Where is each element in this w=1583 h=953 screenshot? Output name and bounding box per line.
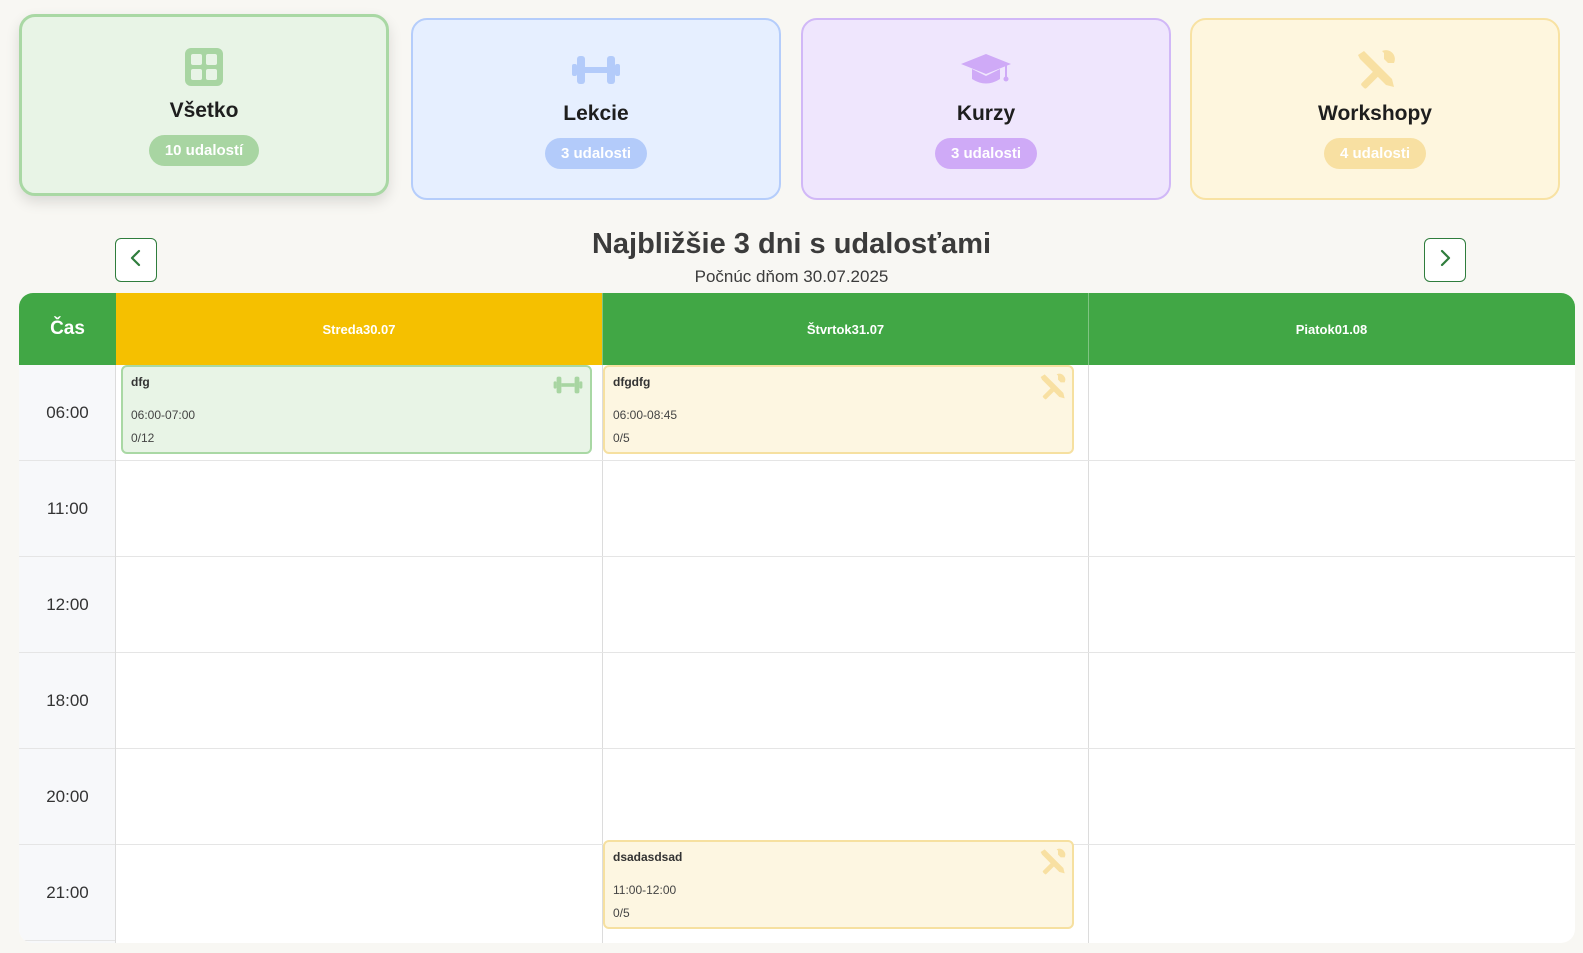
time-slot-label: 11:00 [19,461,116,557]
category-filter: Všetko 10 udalostí Lekcie 3 udalosti Kur… [0,0,1583,210]
grid-divider [116,748,1575,749]
page-subtitle: Počnúc dňom 30.07.2025 [694,267,889,286]
schedule-calendar: Čas Streda30.07 Štvrtok31.07 Piatok01.08… [19,293,1575,943]
day-header: Piatok01.08 [1088,293,1574,365]
time-slot-label: 12:00 [19,557,116,653]
day-header: Štvrtok31.07 [602,293,1088,365]
time-slot-label: 18:00 [19,653,116,749]
tools-icon [1038,373,1066,406]
category-card-lekcie[interactable]: Lekcie 3 udalosti [411,18,781,200]
event-title: dfg [131,375,150,389]
category-count-badge: 3 udalosti [544,138,647,169]
dumbbell-icon [572,48,620,92]
time-slot-label: 20:00 [19,749,116,845]
category-label: Všetko [169,99,239,122]
event-title: dfgdfg [613,375,651,389]
graduation-cap-icon [961,48,1011,92]
event-card[interactable]: dfg 06:00-07:00 0/12 [121,365,592,454]
tools-icon [1038,848,1066,881]
grid-divider [116,556,1575,557]
event-card[interactable]: dsadasdsad 11:00-12:00 0/5 [603,840,1074,929]
category-label: Lekcie [563,102,629,125]
category-label: Workshopy [1318,102,1432,125]
page-title: Najbližšie 3 dni s udalosťami [591,228,992,260]
day-header-today: Streda30.07 [116,293,602,365]
time-column: 06:00 11:00 12:00 18:00 20:00 21:00 [19,365,116,943]
category-count-badge: 3 udalosti [934,138,1037,169]
time-slot-label: 06:00 [19,365,116,461]
event-time: 06:00-08:45 [613,408,678,422]
tools-icon [1354,48,1396,92]
category-card-all[interactable]: Všetko 10 udalostí [19,14,389,196]
event-time: 11:00-12:00 [613,883,677,897]
event-capacity: 0/5 [613,431,630,445]
dumbbell-icon [552,373,584,402]
time-slot-label: 21:00 [19,845,116,941]
calendar-header: Čas Streda30.07 Štvrtok31.07 Piatok01.08 [19,293,1575,365]
event-capacity: 0/12 [131,431,155,445]
grid-divider [115,365,116,943]
event-capacity: 0/5 [613,906,630,920]
grid-icon [184,45,224,89]
grid-divider [116,652,1575,653]
category-card-workshopy[interactable]: Workshopy 4 udalosti [1190,18,1560,200]
chevron-right-icon [1438,249,1452,272]
grid-divider [116,460,1575,461]
event-card[interactable]: dfgdfg 06:00-08:45 0/5 [603,365,1074,454]
event-title: dsadasdsad [613,850,683,864]
category-label: Kurzy [956,102,1016,125]
category-card-kurzy[interactable]: Kurzy 3 udalosti [801,18,1171,200]
event-time: 06:00-07:00 [131,408,196,422]
time-column-header: Čas [50,318,85,339]
grid-divider [1088,365,1089,943]
next-days-button[interactable] [1424,238,1466,282]
category-count-badge: 10 udalostí [148,135,260,166]
category-count-badge: 4 udalosti [1323,138,1426,169]
